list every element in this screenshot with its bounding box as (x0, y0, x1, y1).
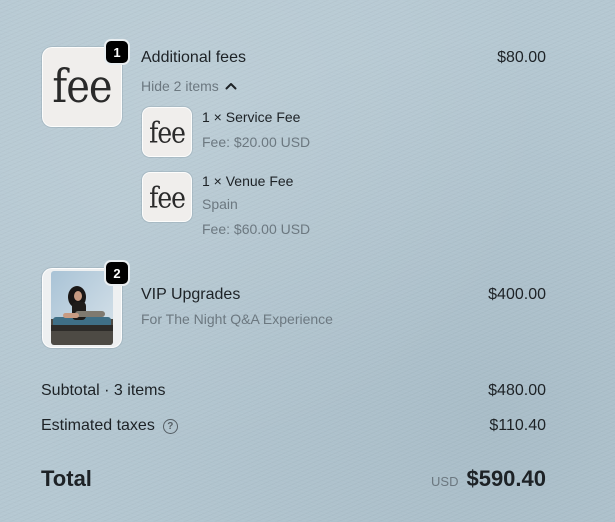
line-item-price: $80.00 (497, 49, 546, 66)
venue-fee-thumbnail: fee (142, 172, 192, 222)
fee-thumbnail-text: fee (149, 115, 186, 149)
line-item-price: $400.00 (488, 286, 546, 303)
component-detail: Fee: $60.00 USD (202, 221, 311, 237)
total-label: Total (41, 466, 92, 491)
quantity-badge: 2 (104, 260, 130, 286)
subtotal-label: Subtotal · 3 items (41, 382, 166, 399)
component-detail: Fee: $20.00 USD (202, 134, 311, 150)
service-fee-thumbnail: fee (142, 107, 192, 157)
currency-code: USD (431, 474, 459, 489)
line-item-subtitle: For The Night Q&A Experience (141, 311, 333, 327)
chevron-up-icon (225, 83, 237, 90)
quantity-badge: 1 (104, 39, 130, 65)
estimated-taxes-label: Estimated taxes (41, 417, 155, 434)
help-icon[interactable]: ? (162, 419, 178, 434)
hide-items-label: Hide 2 items (141, 78, 219, 94)
line-item-title: VIP Upgrades (141, 286, 241, 303)
total-row-value: USD $590.40 (431, 466, 546, 492)
component-detail: Spain (202, 196, 238, 212)
additional-fees-thumbnail: fee 1 (42, 39, 130, 127)
fee-thumbnail-text: fee (52, 60, 112, 114)
component-title: 1 × Service Fee (202, 109, 301, 125)
product-photo (51, 271, 113, 345)
vip-upgrades-thumbnail: 2 (42, 260, 130, 348)
component-title: 1 × Venue Fee (202, 173, 294, 189)
estimated-taxes-value: $110.40 (489, 417, 546, 434)
hide-items-toggle[interactable]: Hide 2 items (141, 78, 237, 94)
fee-thumbnail-text: fee (149, 180, 186, 214)
line-item-title: Additional fees (141, 49, 246, 66)
estimated-taxes-row: Estimated taxes? (41, 417, 178, 435)
subtotal-value: $480.00 (488, 382, 546, 399)
total-value: $590.40 (466, 466, 546, 491)
